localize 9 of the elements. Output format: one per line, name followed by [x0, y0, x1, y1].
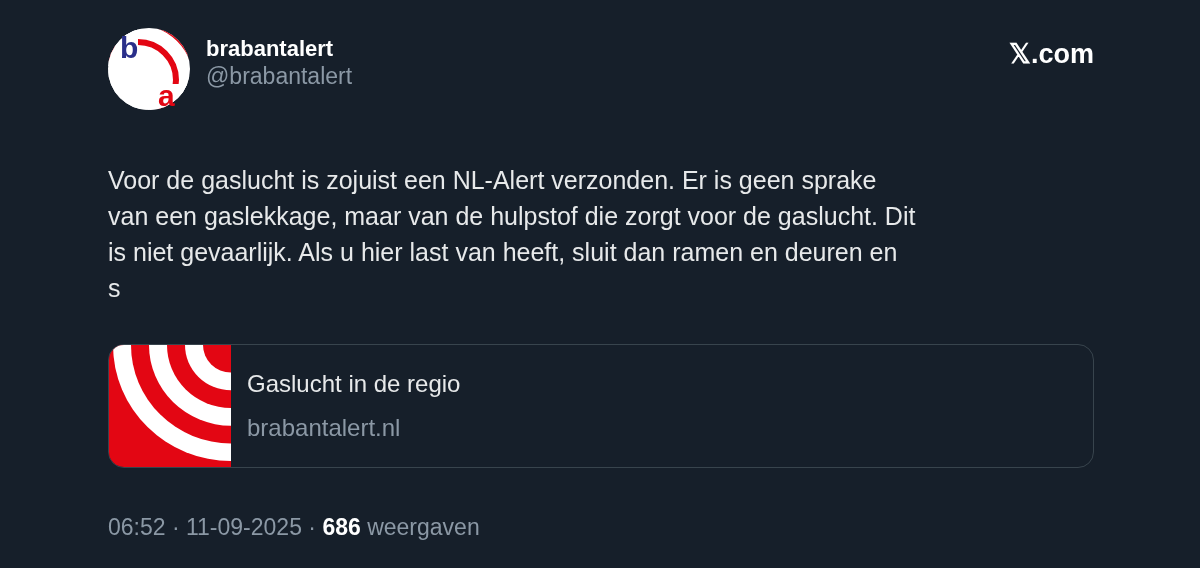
account-name[interactable]: brabantalert — [206, 36, 353, 63]
avatar-logo: b a — [108, 28, 190, 110]
link-domain: brabantalert.nl — [247, 413, 402, 443]
post-text: Voor de gaslucht is zojuist een NL-Alert verzonden. Er is geen sprake van een gaslekkage, maar van de hulpstof die zorgt voor de gaslucht. Dit is niet gevaarlijk. Als u hier last van heeft, sluit dan ramen en deuren en s — [108, 165, 917, 304]
account-handle[interactable]: @brabantalert — [206, 62, 353, 93]
link-title: Gaslucht in de regio — [247, 369, 461, 399]
link-card[interactable]: Gaslucht in de regio brabantalert.nl — [108, 344, 1094, 468]
post-meta: 06:52 · 11-09-2025 · 686 weergaven — [108, 513, 481, 542]
source-label: 𝕏.com — [1008, 38, 1094, 71]
